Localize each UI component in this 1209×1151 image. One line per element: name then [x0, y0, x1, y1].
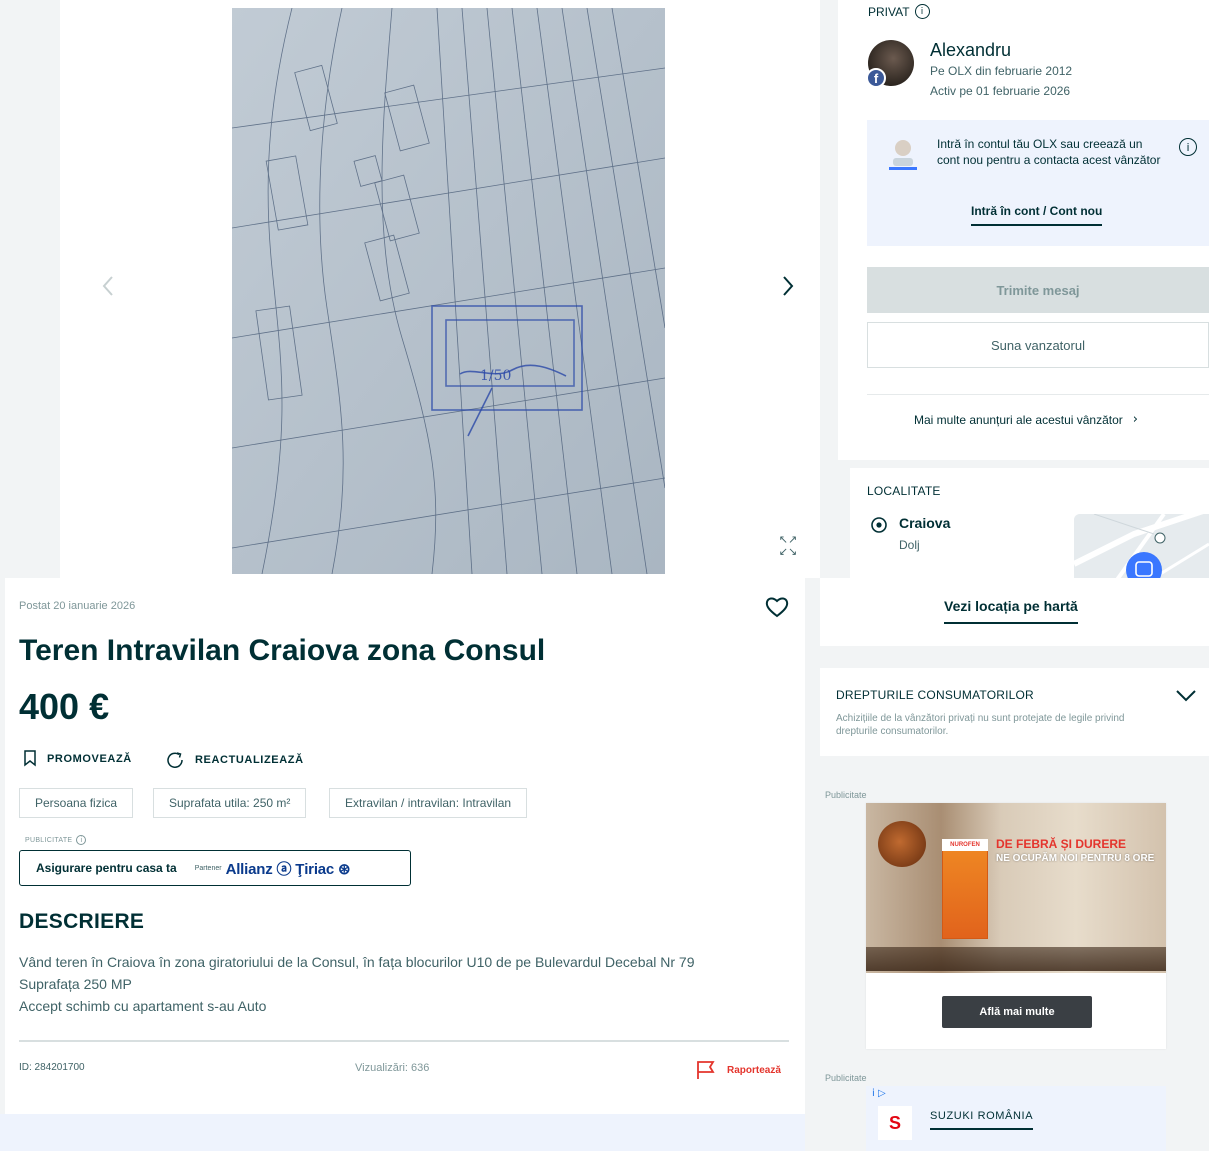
divider: [867, 394, 1209, 395]
ad-title: Teren Intravilan Craiova zona Consul: [19, 634, 546, 667]
view-map-link[interactable]: Vezi locația pe hartă: [944, 598, 1078, 624]
ad-subheadline: NE OCUPĂM NOI PENTRU 8 ORE: [996, 853, 1155, 864]
location-region: Dolj: [899, 538, 920, 552]
info-icon[interactable]: i: [914, 4, 930, 19]
seller-name: Alexandru: [930, 40, 1012, 60]
description-line: Suprafața 250 MP: [19, 976, 132, 992]
image-gallery: 1/50 ↖↗ ↙↘: [0, 0, 820, 578]
divider: [19, 1040, 789, 1042]
chevron-left-icon: [102, 276, 113, 296]
location-card: LOCALITATE Craiova Dolj: [850, 468, 1209, 578]
seller-card: PRIVAT i f Alexandru Pe OLX din februari…: [838, 0, 1209, 460]
ad-cta-button[interactable]: Află mai multe: [942, 996, 1092, 1028]
seller-type-label: PRIVAT: [868, 4, 910, 19]
gallery-side-strip: [0, 0, 60, 578]
promote-label: PROMOVEAZĂ: [47, 752, 132, 765]
ad-label: Publicitate: [825, 1073, 867, 1083]
ad-label-text: PUBLICITATE: [25, 836, 73, 844]
send-message-button[interactable]: Trimite mesaj: [867, 267, 1209, 313]
posted-date: Postat 20 ianuarie 2026: [19, 600, 136, 612]
seller-since: Pe OLX din februarie 2012: [930, 64, 1073, 78]
ad-image-toy: [878, 821, 926, 867]
report-button[interactable]: Raportează: [695, 1060, 781, 1080]
cadastral-plan-image: 1/50: [232, 8, 665, 574]
seller-type: PRIVAT i: [868, 4, 930, 19]
chevron-right-icon: ›: [1132, 412, 1138, 427]
sponsored-ad-card-2[interactable]: i ▷ S SUZUKI ROMÂNIA: [866, 1086, 1166, 1151]
map-thumbnail: [1074, 514, 1209, 578]
heart-icon[interactable]: [765, 596, 789, 618]
call-seller-button[interactable]: Suna vanzatorul: [867, 322, 1209, 368]
tag-surface: Suprafata utila: 250 m²: [153, 788, 307, 818]
ad-views: Vizualizări: 636: [355, 1062, 430, 1074]
ad-video[interactable]: NUROFEN DE FEBRĂ ȘI DURERE NE OCUPĂM NOI…: [866, 803, 1166, 973]
description-line: Accept schimb cu apartament s-au Auto: [19, 998, 267, 1014]
ad-label: PUBLICITATE i: [25, 835, 87, 845]
footer-band: [0, 1114, 805, 1151]
chevron-right-icon: [783, 276, 794, 296]
user-illustration-icon: [889, 140, 917, 170]
info-icon[interactable]: i: [1179, 138, 1197, 156]
ad-details: Postat 20 ianuarie 2026 Teren Intravilan…: [5, 578, 805, 1114]
facebook-icon: f: [866, 68, 886, 88]
refresh-label: REACTUALIZEAZĂ: [195, 754, 304, 766]
insurance-partner-label: Partener: [194, 864, 222, 872]
sponsored-ad-card[interactable]: NUROFEN DE FEBRĂ ȘI DURERE NE OCUPĂM NOI…: [866, 803, 1166, 1049]
login-prompt-text: Intră în contul tău OLX sau creează un c…: [937, 137, 1161, 167]
promote-button[interactable]: PROMOVEAZĂ: [23, 750, 132, 767]
stamp-value: 1/50: [480, 368, 511, 384]
location-title: LOCALITATE: [867, 484, 941, 498]
ad-product-brand: NUROFEN: [942, 839, 988, 851]
insurance-text: Asigurare pentru casa ta: [36, 861, 177, 875]
gallery-next-button[interactable]: [772, 270, 804, 302]
location-city: Craiova: [899, 515, 951, 531]
login-prompt-box: Intră în contul tău OLX sau creează un c…: [867, 120, 1209, 246]
seller-last-active: Activ pe 01 februarie 2026: [930, 84, 1071, 98]
ad-id: ID: 284201700: [19, 1062, 85, 1073]
gallery-prev-button[interactable]: [92, 270, 124, 302]
consumer-rights-title: DREPTURILE CONSUMATORILOR: [836, 688, 1034, 702]
brand-logo: S: [878, 1106, 912, 1140]
adchoices-icon[interactable]: i ▷: [872, 1088, 886, 1099]
description-title: DESCRIERE: [19, 910, 145, 933]
more-ads-label: Mai multe anunțuri ale acestui vânzător: [914, 412, 1123, 427]
bookmark-icon: [24, 750, 36, 767]
insurance-brand-logo: Allianz ⓐ Ţiriac ⊛: [225, 860, 351, 878]
video-controls-bar[interactable]: [866, 947, 1166, 971]
refresh-icon: [167, 752, 183, 768]
map-link-card: Vezi locația pe hartă: [820, 578, 1209, 646]
consumer-rights-card[interactable]: DREPTURILE CONSUMATORILOR Achizițiile de…: [820, 668, 1209, 756]
flag-icon: [697, 1061, 715, 1079]
chevron-down-icon[interactable]: [1174, 686, 1198, 704]
brand-name-link[interactable]: SUZUKI ROMÂNIA: [930, 1110, 1034, 1130]
ad-headline: DE FEBRĂ ȘI DURERE: [996, 837, 1127, 851]
ad-product-box: [942, 839, 988, 939]
expand-icon[interactable]: ↖↗ ↙↘: [774, 534, 802, 562]
description-line: Vând teren în Craiova în zona giratoriul…: [19, 954, 695, 970]
insurance-banner[interactable]: Asigurare pentru casa ta Partener Allian…: [19, 850, 411, 886]
tag-land-type: Extravilan / intravilan: Intravilan: [329, 788, 528, 818]
report-label: Raportează: [727, 1064, 781, 1076]
refresh-button[interactable]: REACTUALIZEAZĂ: [165, 750, 304, 770]
info-icon[interactable]: i: [76, 835, 87, 845]
location-pin-icon: [871, 517, 887, 533]
consumer-rights-text: Achizițiile de la vânzători privați nu s…: [836, 713, 1125, 737]
listing-photo[interactable]: 1/50: [232, 8, 665, 574]
ad-price: 400 €: [19, 686, 110, 727]
mini-map[interactable]: [1074, 514, 1209, 578]
tag-seller-type: Persoana fizica: [19, 788, 134, 818]
login-link[interactable]: Intră în cont / Cont nou: [971, 204, 1103, 226]
ad-label: Publicitate: [825, 790, 867, 800]
more-seller-ads-link[interactable]: Mai multe anunțuri ale acestui vânzător …: [914, 412, 1138, 427]
